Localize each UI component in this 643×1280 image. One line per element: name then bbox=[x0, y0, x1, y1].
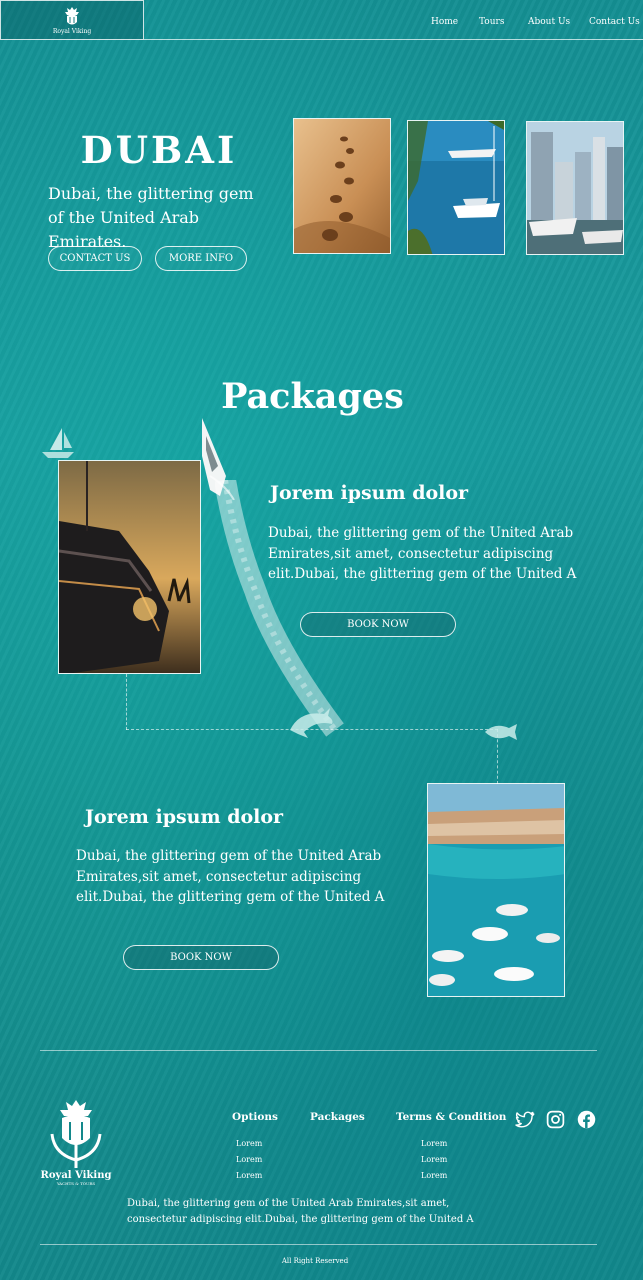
footer-options-item[interactable]: Lorem bbox=[236, 1171, 262, 1180]
package-1-title: Jorem ipsum dolor bbox=[270, 482, 469, 504]
nav-contact[interactable]: Contact Us bbox=[589, 17, 640, 27]
sailboat-icon bbox=[42, 428, 74, 458]
footer-packages-heading[interactable]: Packages bbox=[310, 1111, 365, 1123]
book-now-button-1[interactable]: BOOK NOW bbox=[300, 612, 456, 637]
footer-brand-tagline: YACHTS & TOURS bbox=[56, 1181, 96, 1186]
nav-tours[interactable]: Tours bbox=[479, 17, 504, 27]
viking-helmet-icon bbox=[65, 6, 79, 24]
logo-text: Royal Viking bbox=[52, 27, 92, 35]
desert-footprints-image bbox=[293, 118, 391, 254]
yacht-sunset-image bbox=[58, 460, 201, 674]
footer-options-item[interactable]: Lorem bbox=[236, 1155, 262, 1164]
footer-terms-item[interactable]: Lorem bbox=[421, 1155, 447, 1164]
island-bay-illustration bbox=[428, 784, 564, 996]
footer-terms-heading[interactable]: Terms & Condition bbox=[396, 1111, 506, 1123]
copyright-text: All Right Reserved bbox=[281, 1257, 349, 1265]
social-links bbox=[514, 1109, 597, 1130]
package-1-text: Dubai, the glittering gem of the United … bbox=[268, 525, 577, 582]
viking-crest-icon bbox=[50, 1100, 102, 1168]
footer-brand-name: Royal Viking bbox=[40, 1170, 112, 1181]
footer-options-heading[interactable]: Options bbox=[232, 1111, 278, 1123]
desert-illustration bbox=[294, 119, 390, 253]
instagram-icon[interactable] bbox=[545, 1109, 566, 1130]
footer-description: Dubai, the glittering gem of the United … bbox=[127, 1198, 474, 1225]
hero-subtitle: Dubai, the glittering gem of the United … bbox=[48, 184, 254, 251]
package-2-text: Dubai, the glittering gem of the United … bbox=[76, 848, 385, 905]
more-info-button[interactable]: MORE INFO bbox=[155, 246, 247, 271]
book-now-button-2[interactable]: BOOK NOW bbox=[123, 945, 279, 970]
header-logo[interactable]: Royal Viking bbox=[0, 0, 144, 40]
footer-divider-bottom bbox=[40, 1244, 597, 1245]
island-bay-image bbox=[427, 783, 565, 997]
package-2-title: Jorem ipsum dolor bbox=[85, 806, 284, 828]
nav-home[interactable]: Home bbox=[431, 17, 458, 27]
header-divider bbox=[144, 39, 643, 40]
footer-terms-item[interactable]: Lorem bbox=[421, 1171, 447, 1180]
nav-about[interactable]: About Us bbox=[528, 17, 570, 27]
hero-title: DUBAI bbox=[80, 128, 238, 172]
boat-wake bbox=[215, 480, 344, 737]
harbour-boats-image bbox=[407, 120, 505, 255]
footer-terms-item[interactable]: Lorem bbox=[421, 1139, 447, 1148]
marina-towers-image bbox=[526, 121, 624, 255]
marina-illustration bbox=[527, 122, 623, 254]
dashed-connector-v1 bbox=[126, 674, 127, 730]
twitter-icon[interactable] bbox=[514, 1109, 535, 1130]
contact-us-button[interactable]: CONTACT US bbox=[48, 246, 142, 271]
footer-logo[interactable]: Royal Viking YACHTS & TOURS bbox=[40, 1098, 112, 1193]
harbour-illustration bbox=[408, 121, 504, 254]
fish-icon bbox=[485, 724, 517, 740]
packages-title: Packages bbox=[221, 376, 404, 417]
yacht-illustration bbox=[59, 461, 200, 673]
dolphin-icon bbox=[290, 708, 333, 738]
facebook-icon[interactable] bbox=[576, 1109, 597, 1130]
footer-options-item[interactable]: Lorem bbox=[236, 1139, 262, 1148]
footer-divider-top bbox=[40, 1050, 597, 1051]
